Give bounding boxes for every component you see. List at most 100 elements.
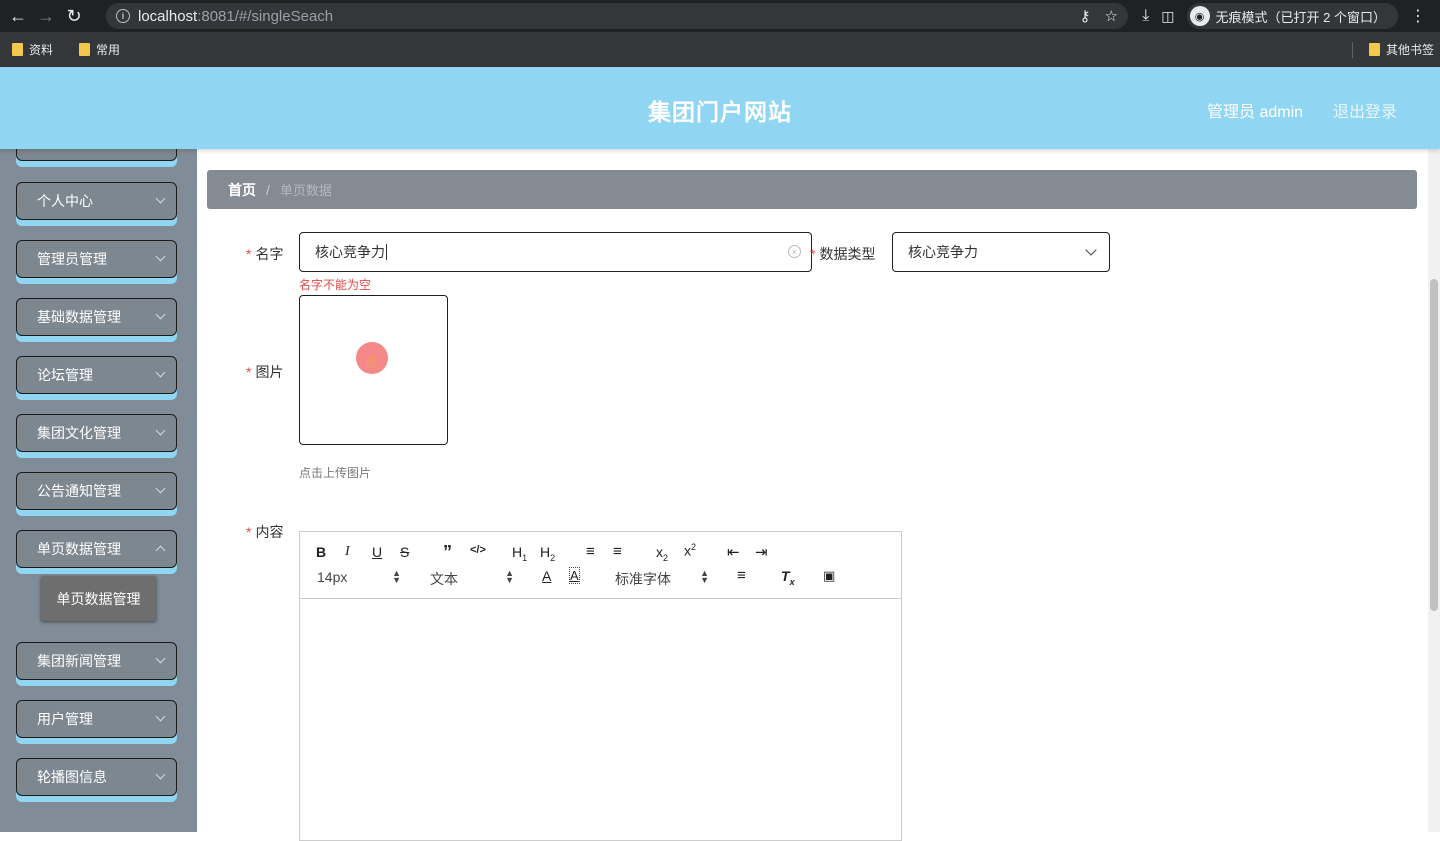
required-mark: * — [246, 246, 252, 262]
key-icon[interactable]: ⚷ — [1080, 7, 1091, 25]
reload-icon[interactable]: ↻ — [60, 2, 88, 30]
sidebar-item-notices[interactable]: 公告通知管理 — [16, 472, 177, 510]
sidebar-item-label: 单页数据管理 — [37, 541, 121, 557]
name-input[interactable]: 核心竞争力 × — [299, 232, 812, 272]
logout-link[interactable]: 退出登录 — [1333, 98, 1397, 122]
sidebar-item-users[interactable]: 用户管理 — [16, 700, 177, 738]
sidebar-item-label: 首页 — [37, 149, 65, 152]
bookmarks-bar: 资料 常用 其他书签 — [0, 32, 1440, 67]
chevron-down-icon — [155, 653, 166, 664]
bold-icon[interactable]: B — [316, 544, 326, 560]
breadcrumb-separator: / — [266, 181, 270, 198]
sidebar-item-admin-management[interactable]: 管理员管理 — [16, 240, 177, 278]
name-input-value: 核心竞争力 — [315, 244, 385, 260]
breadcrumb-home[interactable]: 首页 — [228, 180, 256, 200]
align-icon[interactable]: ≡ — [737, 567, 746, 584]
chevron-down-icon — [155, 367, 166, 378]
back-icon[interactable]: ← — [4, 2, 32, 30]
scrollbar[interactable] — [1428, 149, 1440, 832]
type-select-value: 核心竞争力 — [908, 244, 978, 260]
underline-icon[interactable]: U — [372, 544, 382, 560]
content-label: * 内容 — [246, 524, 284, 540]
sidebar-item-home[interactable]: 首页 — [16, 149, 177, 161]
bookmark-label: 常用 — [96, 43, 121, 57]
info-icon[interactable]: i — [116, 9, 130, 23]
italic-icon[interactable]: I — [345, 544, 350, 560]
sidebar-item-culture[interactable]: 集团文化管理 — [16, 414, 177, 452]
subscript-icon[interactable]: x2 — [656, 544, 668, 563]
code-block-icon[interactable]: </> — [470, 544, 486, 556]
sidebar-item-label: 公告通知管理 — [37, 483, 121, 499]
strike-icon[interactable]: S — [400, 544, 409, 560]
superscript-icon[interactable]: x2 — [684, 542, 696, 559]
sidebar-item-news[interactable]: 集团新闻管理 — [16, 642, 177, 680]
type-label: * 数据类型 — [810, 246, 876, 262]
required-mark: * — [246, 364, 252, 380]
h1-icon[interactable]: H1 — [512, 544, 527, 563]
star-icon[interactable]: ☆ — [1105, 7, 1118, 25]
incognito-icon: ◉ — [1189, 6, 1210, 26]
clear-icon[interactable]: × — [788, 245, 801, 258]
background-color-icon[interactable]: A — [569, 567, 580, 584]
main-content: 首页 / 单页数据 * 名字 核心竞争力 × 名字不能为空 * 数据类型 核心竞争力… — [197, 149, 1440, 841]
sidebar-item-label: 管理员管理 — [37, 251, 107, 267]
sidebar-item-single-page[interactable]: 单页数据管理 — [16, 530, 177, 568]
folder-icon — [12, 43, 23, 56]
font-family-picker[interactable]: 标准字体 ▲ ▼ — [615, 569, 709, 589]
chevron-down-icon — [155, 425, 166, 436]
type-select[interactable]: 核心竞争力 — [892, 232, 1110, 272]
breadcrumb-current: 单页数据 — [279, 183, 332, 198]
sidebar-item-label: 集团新闻管理 — [37, 653, 121, 669]
h2-icon[interactable]: H2 — [540, 544, 555, 563]
download-icon[interactable]: ⤓ — [1142, 7, 1149, 25]
incognito-label: 无痕模式（已打开 2 个窗口） — [1215, 9, 1386, 25]
sidebar-item-label: 轮播图信息 — [37, 769, 107, 785]
chevron-down-icon — [155, 711, 166, 722]
text-caret — [386, 244, 387, 260]
sidebar-item-label: 用户管理 — [37, 711, 93, 727]
bookmark-folder-ziliao[interactable]: 资料 — [12, 41, 53, 58]
font-size-picker[interactable]: 14px ▲ ▼ — [317, 569, 401, 586]
folder-icon — [1368, 43, 1380, 56]
blockquote-icon[interactable]: ” — [443, 542, 452, 563]
scrollbar-thumb[interactable] — [1430, 279, 1438, 611]
sidebar-item-forum[interactable]: 论坛管理 — [16, 356, 177, 394]
upload-hint: 点击上传图片 — [299, 466, 372, 480]
image-icon[interactable]: ▣ — [823, 568, 835, 584]
incognito-badge[interactable]: ◉ 无痕模式（已打开 2 个窗口） — [1186, 3, 1398, 29]
header-picker-value: 文本 — [430, 571, 458, 587]
font-color-icon[interactable]: A — [542, 568, 551, 584]
rich-text-editor: B I U S ” </> H1 H2 ≡ ≡ x2 x2 ⇤ ⇥ 14px ▲… — [299, 531, 902, 841]
other-bookmarks[interactable]: 其他书签 — [1351, 41, 1434, 58]
clear-format-icon[interactable]: Tx — [781, 568, 795, 587]
sidepanel-icon[interactable]: ◫ — [1161, 8, 1174, 25]
indent-icon[interactable]: ⇥ — [755, 543, 768, 561]
sidebar-item-basic-data[interactable]: 基础数据管理 — [16, 298, 177, 336]
sidebar-item-label: 论坛管理 — [37, 367, 93, 383]
folder-icon — [79, 43, 91, 56]
sidebar-item-carousel[interactable]: 轮播图信息 — [16, 758, 177, 796]
menu-icon[interactable]: ⋮ — [1410, 6, 1426, 26]
chevron-down-icon — [155, 309, 166, 320]
name-error: 名字不能为空 — [299, 278, 372, 292]
font-size-value: 14px — [317, 569, 348, 585]
image-label: * 图片 — [246, 364, 284, 380]
ordered-list-icon[interactable]: ≡ — [586, 543, 595, 560]
chevron-down-icon — [1085, 244, 1097, 256]
header-picker[interactable]: 文本 ▲ ▼ — [430, 569, 514, 589]
sidebar-item-personal-center[interactable]: 个人中心 — [16, 182, 177, 220]
address-bar[interactable]: i localhost:8081/#/singleSeach ⚷ ☆ — [106, 3, 1128, 29]
name-label: * 名字 — [246, 246, 284, 262]
outdent-icon[interactable]: ⇤ — [727, 543, 740, 561]
url-host: localhost — [138, 7, 198, 25]
url-path: :8081/#/singleSeach — [197, 7, 334, 25]
required-mark: * — [810, 246, 816, 262]
chevron-down-icon — [155, 769, 166, 780]
chevron-up-icon — [155, 545, 166, 556]
forward-icon[interactable]: → — [32, 2, 60, 30]
bookmark-folder-changyong[interactable]: 常用 — [79, 41, 120, 58]
submenu-single-page-management[interactable]: 单页数据管理 — [41, 576, 156, 621]
bullet-list-icon[interactable]: ≡ — [613, 543, 622, 560]
image-uploader[interactable]: ☝ — [299, 295, 448, 445]
editor-content-area[interactable] — [300, 599, 901, 839]
